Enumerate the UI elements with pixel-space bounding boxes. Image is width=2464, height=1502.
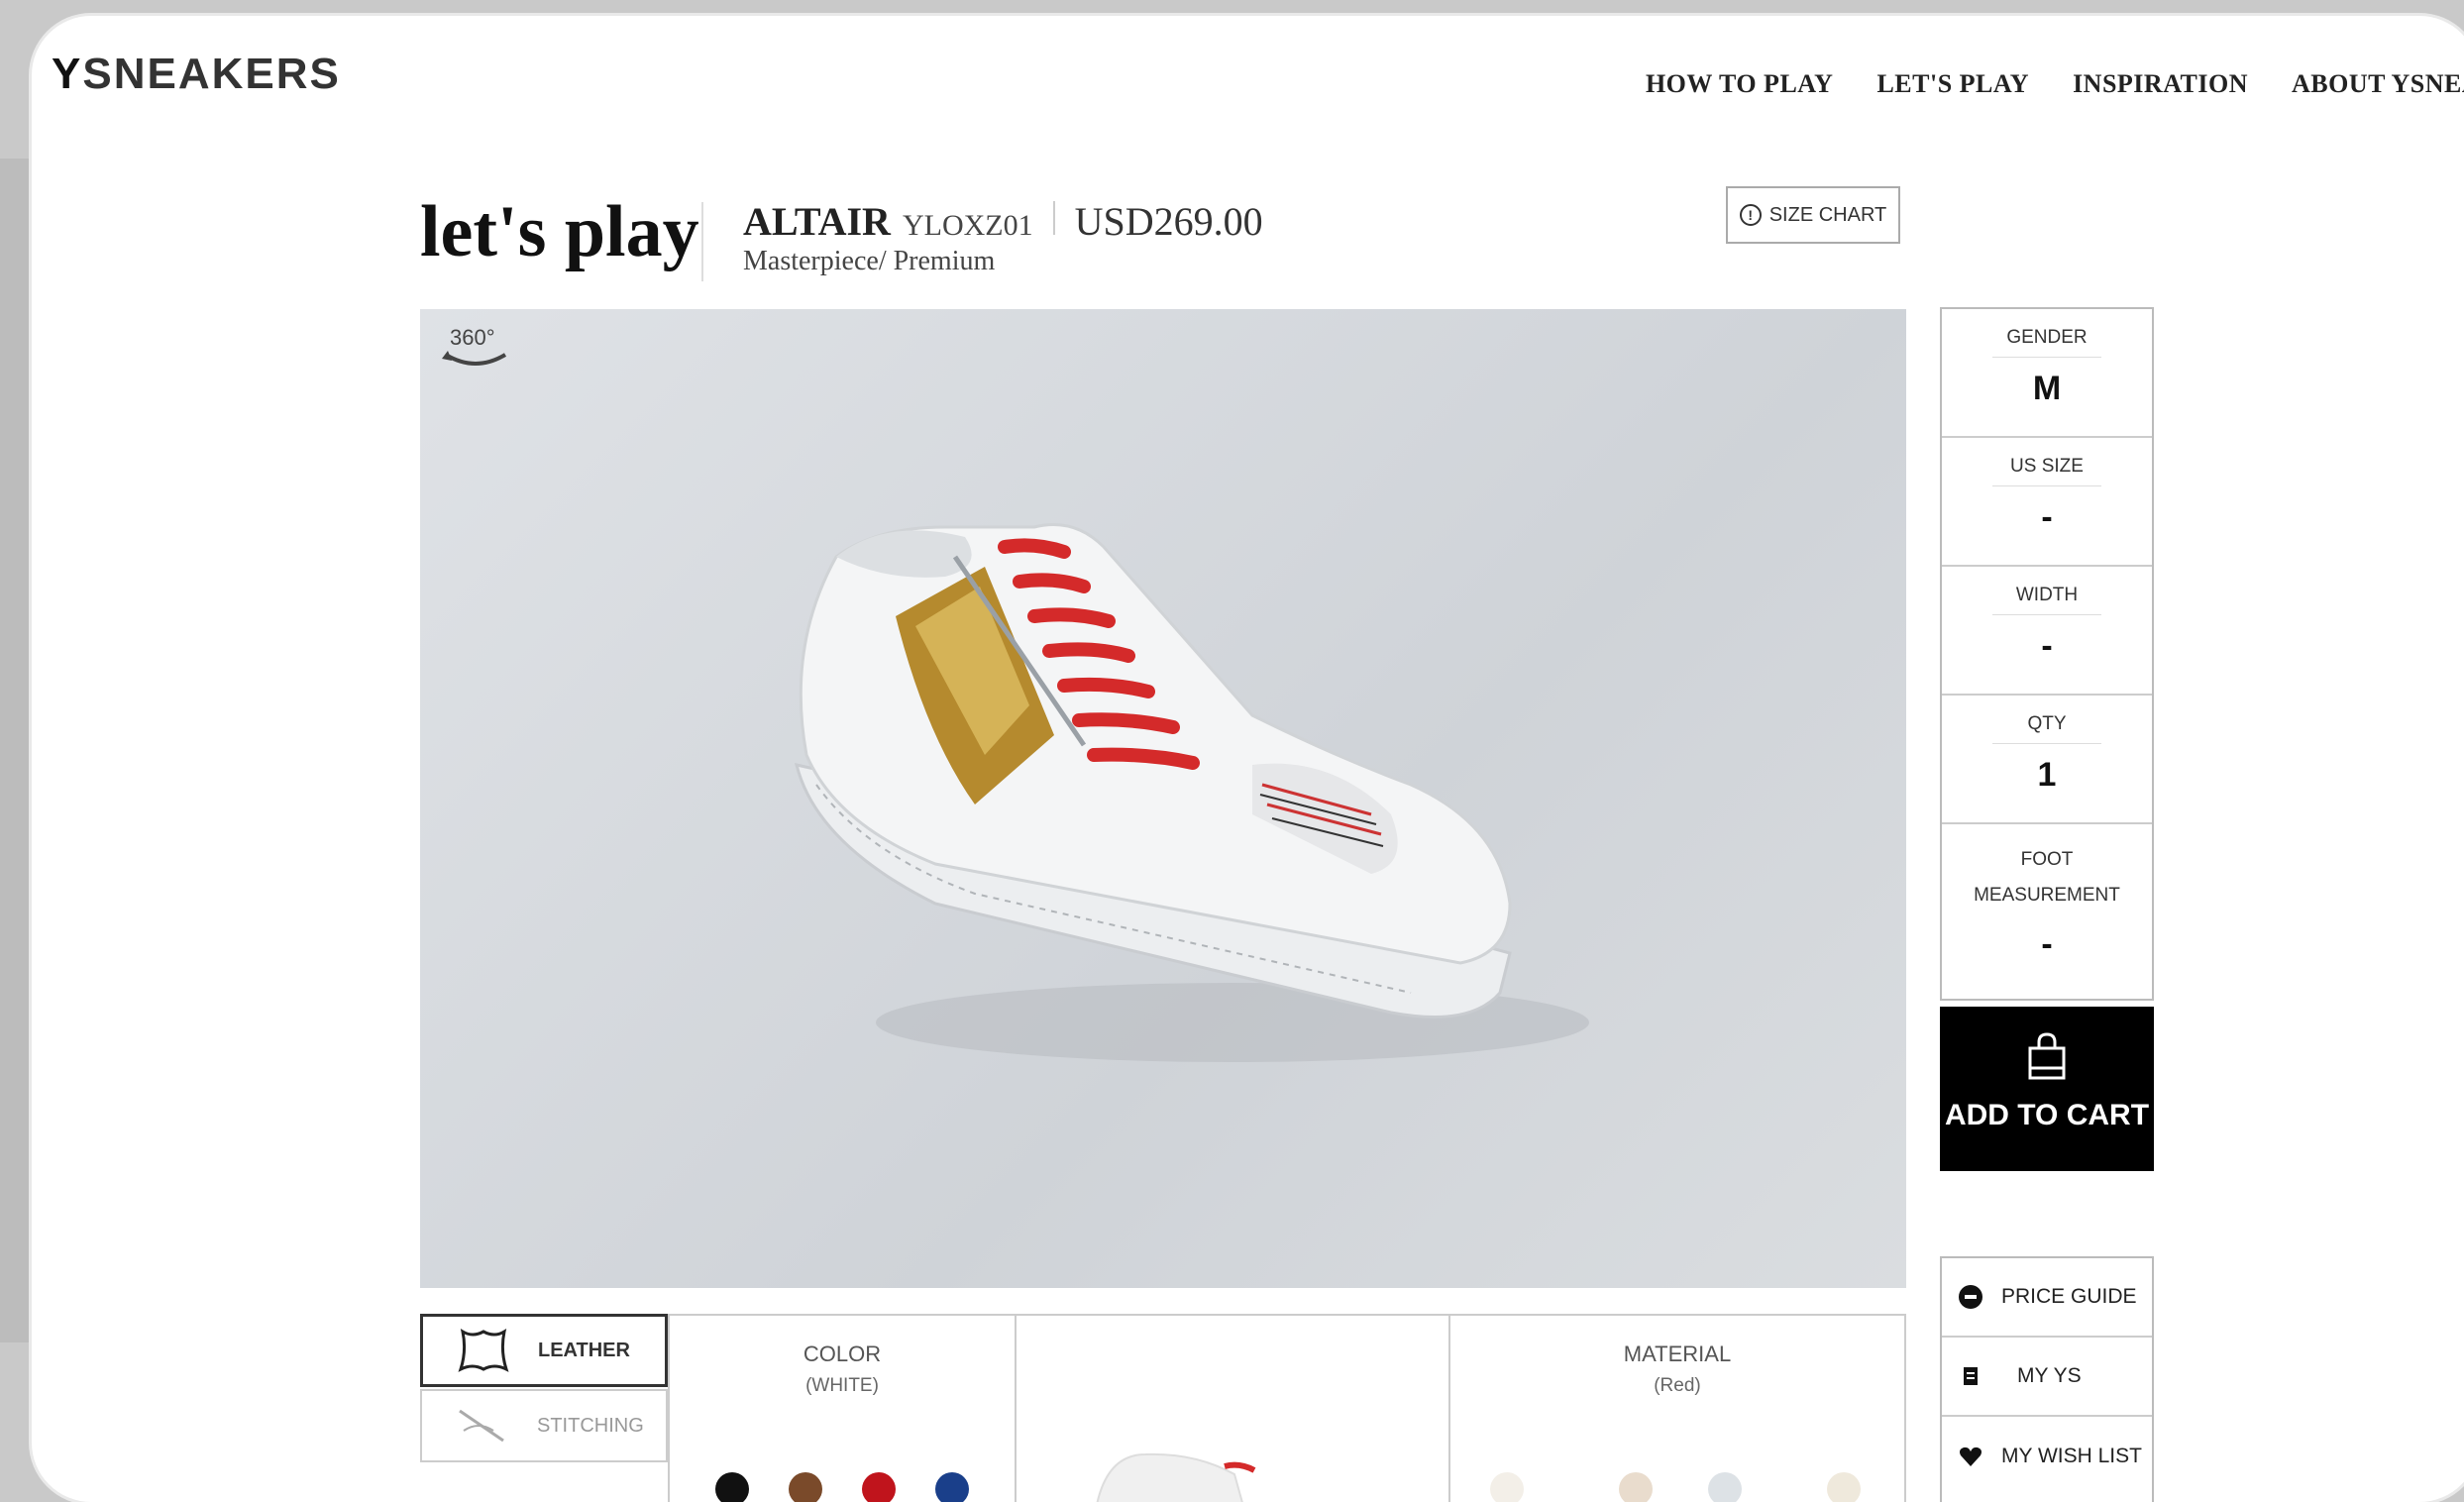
foot-measurement-value: - (2041, 925, 2053, 963)
shopping-bag-icon (2028, 1032, 2066, 1080)
material-swatch-2[interactable] (1619, 1472, 1653, 1502)
info-icon: ! (1739, 204, 1762, 226)
badge-360-text: 360° (450, 325, 495, 350)
page-title: let's play (420, 191, 699, 272)
top-navigation: HOW TO PLAY LET'S PLAY INSPIRATION ABOUT… (1646, 69, 2464, 99)
color-title: COLOR (803, 1341, 882, 1366)
qty-value: 1 (2037, 756, 2057, 794)
brand-logo[interactable]: YSNEAKERS (52, 50, 341, 99)
product-line: Masterpiece/ Premium (743, 246, 996, 276)
material-title: MATERIAL (1623, 1341, 1732, 1366)
material-selector: MATERIAL (Red) (1448, 1314, 1906, 1502)
us-size-value: - (2041, 498, 2053, 536)
foot-measurement-label: FOOT MEASUREMENT (1974, 849, 2120, 906)
nav-lets-play[interactable]: LET'S PLAY (1876, 69, 2029, 99)
wish-list-label: MY WISH LIST (2001, 1445, 2142, 1467)
width-option[interactable]: WIDTH - (1942, 567, 2152, 696)
part-preview (1015, 1314, 1448, 1502)
rotate-360-icon[interactable]: 360° (436, 321, 515, 380)
divider (1992, 614, 2101, 615)
divider (1992, 357, 2101, 358)
nav-inspiration[interactable]: INSPIRATION (2073, 69, 2248, 99)
material-swatch-3[interactable] (1708, 1472, 1742, 1502)
customization-panel: LEATHER STITCHING COLOR (WHITE) MATERIAL (420, 1314, 1906, 1502)
needle-icon (459, 1409, 504, 1443)
swatch-red[interactable] (862, 1472, 896, 1502)
size-chart-button[interactable]: ! SIZE CHART (1726, 186, 1900, 244)
material-value: (Red) (1654, 1375, 1701, 1396)
material-swatch-1[interactable] (1490, 1472, 1524, 1502)
us-size-label: US SIZE (2010, 456, 2084, 477)
swatch-brown[interactable] (789, 1472, 822, 1502)
price-tag-icon (1959, 1285, 1982, 1309)
document-icon (1964, 1367, 1978, 1385)
product-code: YLOXZ01 (902, 209, 1033, 242)
product-name: ALTAIR (743, 199, 891, 244)
stitching-label: STITCHING (537, 1414, 644, 1437)
us-size-option[interactable]: US SIZE - (1942, 438, 2152, 567)
price-guide-link[interactable]: PRICE GUIDE (1942, 1258, 2152, 1338)
swatch-black[interactable] (715, 1472, 749, 1502)
gender-option[interactable]: GENDER M (1942, 309, 2152, 438)
my-ys-label: MY YS (2017, 1364, 2082, 1387)
size-chart-label: SIZE CHART (1768, 203, 1887, 226)
tab-leather[interactable]: LEATHER (420, 1314, 668, 1387)
gender-label: GENDER (2006, 327, 2088, 348)
price-divider (1052, 201, 1055, 235)
part-preview-image (1096, 1452, 1256, 1502)
price-guide-label: PRICE GUIDE (2001, 1285, 2137, 1308)
leather-icon (458, 1328, 509, 1372)
logo-text: SNEAKERS (82, 50, 341, 98)
color-value: (WHITE) (805, 1375, 879, 1396)
wish-list-link[interactable]: MY WISH LIST (1942, 1417, 2152, 1496)
gender-value: M (2032, 370, 2062, 407)
color-selector: COLOR (WHITE) (668, 1314, 1015, 1502)
options-panel: GENDER M US SIZE - WIDTH - QTY 1 FOOT ME… (1940, 307, 2154, 1001)
tab-stitching[interactable]: STITCHING (420, 1389, 668, 1462)
background-strip (0, 159, 32, 1342)
product-header: ALTAIR YLOXZ01 USD269.00 (743, 198, 1263, 245)
add-to-cart-label: ADD TO CART (1944, 1099, 2150, 1131)
foot-measurement-option[interactable]: FOOT MEASUREMENT - (1942, 824, 2152, 999)
qty-option[interactable]: QTY 1 (1942, 696, 2152, 824)
swatch-blue[interactable] (935, 1472, 969, 1502)
app-window: YSNEAKERS HOW TO PLAY LET'S PLAY INSPIRA… (32, 16, 2464, 1502)
nav-about[interactable]: ABOUT YSNEAKER (2292, 69, 2464, 99)
my-ys-link[interactable]: MY YS (1942, 1338, 2152, 1417)
heart-icon (1960, 1447, 1982, 1466)
qty-label: QTY (2027, 713, 2067, 734)
add-to-cart-button[interactable]: ADD TO CART (1940, 1007, 2154, 1171)
material-swatch-4[interactable] (1827, 1472, 1861, 1502)
divider (1992, 743, 2101, 744)
product-price: USD269.00 (1074, 199, 1263, 244)
width-value: - (2041, 627, 2053, 665)
nav-how-to-play[interactable]: HOW TO PLAY (1646, 69, 1834, 99)
product-viewer[interactable]: 360° (420, 309, 1906, 1288)
width-label: WIDTH (2015, 585, 2079, 605)
title-divider (701, 202, 703, 281)
logo-prefix: Y (52, 50, 83, 98)
account-links: PRICE GUIDE MY YS MY WISH LIST (1940, 1256, 2154, 1502)
leather-label: LEATHER (538, 1339, 630, 1361)
divider (1992, 485, 2101, 486)
sneaker-image (794, 523, 1589, 1062)
